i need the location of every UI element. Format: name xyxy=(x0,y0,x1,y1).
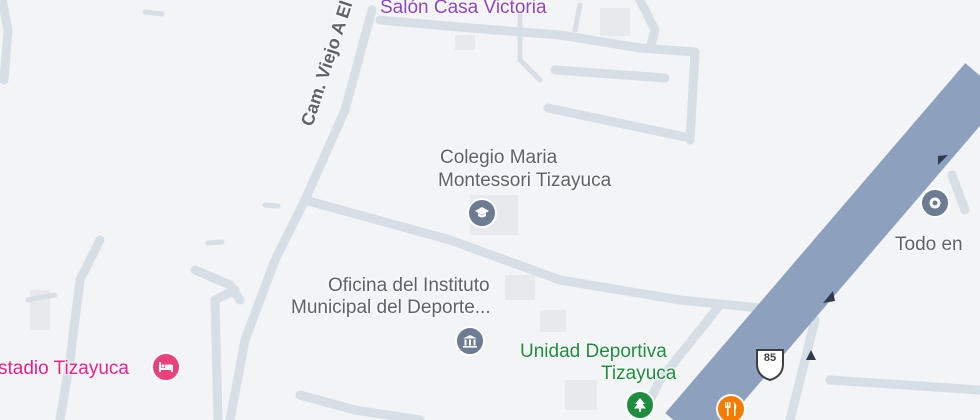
government-building-icon xyxy=(463,335,477,348)
place-pin[interactable] xyxy=(920,188,950,218)
salon-casa-victoria-label[interactable]: Salón Casa Victoria xyxy=(380,0,547,19)
fork-knife-icon xyxy=(725,402,737,416)
oficina-label-line2[interactable]: Municipal del Deporte... xyxy=(291,296,491,319)
colegio-label-line2[interactable]: Montessori Tizayuca xyxy=(438,169,611,192)
government-pin[interactable] xyxy=(455,326,485,356)
colegio-label-line1[interactable]: Colegio Maria xyxy=(440,146,557,169)
map-canvas[interactable]: 85 Cam. Viejo A El Salón Casa Victoria C… xyxy=(0,0,980,420)
estadio-label[interactable]: stadio Tizayuca xyxy=(0,357,129,380)
park-pin[interactable] xyxy=(625,390,655,420)
tree-icon xyxy=(634,398,646,412)
hotel-pin[interactable] xyxy=(151,352,181,382)
unidad-deportiva-label-line2[interactable]: Tizayuca xyxy=(601,362,676,385)
school-icon xyxy=(475,207,489,218)
school-pin[interactable] xyxy=(467,198,497,228)
oficina-label-line1[interactable]: Oficina del Instituto xyxy=(328,274,490,297)
location-pin-icon xyxy=(929,197,941,209)
todo-en-label[interactable]: Todo en xyxy=(895,233,963,256)
highway-shield-number: 85 xyxy=(763,352,777,364)
unidad-deportiva-label-line1[interactable]: Unidad Deportiva xyxy=(520,340,667,363)
bed-icon xyxy=(159,362,173,372)
restaurant-pin[interactable] xyxy=(716,394,746,420)
